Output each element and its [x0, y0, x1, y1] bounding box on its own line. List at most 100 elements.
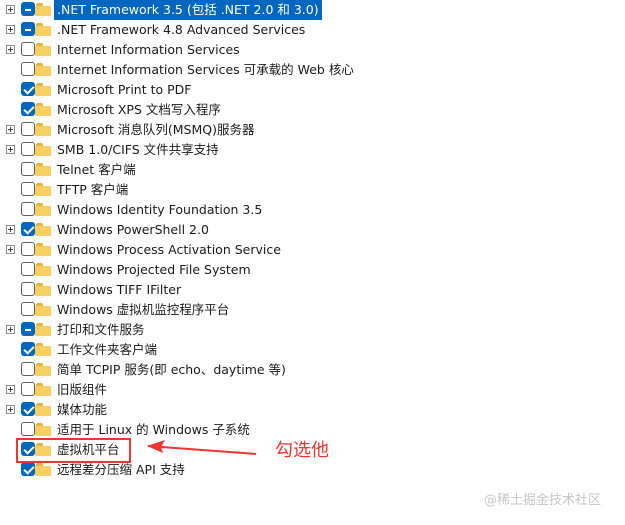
- checkbox-icon[interactable]: [21, 322, 35, 336]
- folder-icon: [35, 142, 51, 157]
- feature-row[interactable]: SMB 1.0/CIFS 文件共享支持: [0, 140, 625, 160]
- folder-icon: [35, 222, 51, 237]
- feature-row[interactable]: TFTP 客户端: [0, 180, 625, 200]
- folder-icon: [35, 82, 51, 97]
- checkbox-icon[interactable]: [21, 302, 35, 316]
- feature-row[interactable]: Telnet 客户端: [0, 160, 625, 180]
- feature-label: .NET Framework 4.8 Advanced Services: [57, 22, 306, 37]
- feature-label: 工作文件夹客户端: [57, 342, 158, 357]
- checkbox-icon[interactable]: [21, 202, 35, 216]
- feature-row[interactable]: Microsoft Print to PDF: [0, 80, 625, 100]
- checkbox-icon[interactable]: [21, 222, 35, 236]
- folder-icon: [35, 422, 51, 437]
- checkbox-icon[interactable]: [21, 402, 35, 416]
- feature-label: TFTP 客户端: [57, 182, 129, 197]
- folder-icon: [35, 382, 51, 397]
- checkbox-icon[interactable]: [21, 182, 35, 196]
- folder-icon: [35, 302, 51, 317]
- folder-icon: [35, 102, 51, 117]
- checkbox-icon[interactable]: [21, 82, 35, 96]
- plus-square-icon[interactable]: [6, 145, 15, 154]
- feature-row[interactable]: Windows PowerShell 2.0: [0, 220, 625, 240]
- checkbox-icon[interactable]: [21, 22, 35, 36]
- feature-label: 媒体功能: [57, 402, 108, 417]
- feature-row[interactable]: 打印和文件服务: [0, 320, 625, 340]
- plus-square-icon[interactable]: [6, 45, 15, 54]
- annotation-text: 勾选他: [275, 440, 329, 461]
- feature-row[interactable]: Windows Projected File System: [0, 260, 625, 280]
- checkbox-icon[interactable]: [21, 462, 35, 476]
- feature-label: Microsoft XPS 文档写入程序: [57, 102, 221, 117]
- folder-icon: [35, 262, 51, 277]
- plus-square-icon[interactable]: [6, 385, 15, 394]
- checkbox-icon[interactable]: [21, 102, 35, 116]
- watermark-text: @稀土掘金技术社区: [484, 493, 602, 508]
- checkbox-icon[interactable]: [21, 422, 35, 436]
- feature-row[interactable]: Windows Process Activation Service: [0, 240, 625, 260]
- feature-label: 打印和文件服务: [57, 322, 145, 337]
- feature-label: Internet Information Services 可承载的 Web 核…: [57, 62, 354, 77]
- feature-label: Windows 虚拟机监控程序平台: [57, 302, 230, 317]
- plus-square-icon[interactable]: [6, 245, 15, 254]
- checkbox-icon[interactable]: [21, 62, 35, 76]
- feature-row[interactable]: Windows TIFF IFilter: [0, 280, 625, 300]
- feature-label: Telnet 客户端: [57, 162, 136, 177]
- checkbox-icon[interactable]: [21, 382, 35, 396]
- feature-label: Windows TIFF IFilter: [57, 282, 182, 297]
- checkbox-icon[interactable]: [21, 242, 35, 256]
- highlight-box: [16, 438, 131, 463]
- feature-row[interactable]: Microsoft XPS 文档写入程序: [0, 100, 625, 120]
- checkbox-icon[interactable]: [21, 42, 35, 56]
- folder-icon: [35, 2, 51, 17]
- feature-row[interactable]: 简单 TCPIP 服务(即 echo、daytime 等): [0, 360, 625, 380]
- plus-square-icon[interactable]: [6, 25, 15, 34]
- folder-icon: [35, 322, 51, 337]
- folder-icon: [35, 122, 51, 137]
- feature-label: Windows Projected File System: [57, 262, 251, 277]
- checkbox-icon[interactable]: [21, 162, 35, 176]
- feature-label: Windows Process Activation Service: [57, 242, 281, 257]
- feature-label: SMB 1.0/CIFS 文件共享支持: [57, 142, 219, 157]
- feature-row[interactable]: 旧版组件: [0, 380, 625, 400]
- feature-row[interactable]: Internet Information Services: [0, 40, 625, 60]
- feature-label: Windows PowerShell 2.0: [57, 222, 209, 237]
- checkbox-icon[interactable]: [21, 2, 35, 16]
- feature-row[interactable]: Windows Identity Foundation 3.5: [0, 200, 625, 220]
- feature-label: Windows Identity Foundation 3.5: [57, 202, 263, 217]
- feature-row[interactable]: Internet Information Services 可承载的 Web 核…: [0, 60, 625, 80]
- folder-icon: [35, 282, 51, 297]
- checkbox-icon[interactable]: [21, 142, 35, 156]
- plus-square-icon[interactable]: [6, 325, 15, 334]
- checkbox-icon[interactable]: [21, 262, 35, 276]
- folder-icon: [35, 162, 51, 177]
- feature-row[interactable]: Microsoft 消息队列(MSMQ)服务器: [0, 120, 625, 140]
- feature-label: 旧版组件: [57, 382, 108, 397]
- folder-icon: [35, 402, 51, 417]
- feature-row[interactable]: Windows 虚拟机监控程序平台: [0, 300, 625, 320]
- folder-icon: [35, 62, 51, 77]
- feature-row[interactable]: .NET Framework 4.8 Advanced Services: [0, 20, 625, 40]
- feature-row[interactable]: .NET Framework 3.5 (包括 .NET 2.0 和 3.0): [0, 0, 625, 20]
- folder-icon: [35, 242, 51, 257]
- folder-icon: [35, 342, 51, 357]
- plus-square-icon[interactable]: [6, 125, 15, 134]
- feature-row[interactable]: 媒体功能: [0, 400, 625, 420]
- plus-square-icon[interactable]: [6, 405, 15, 414]
- folder-icon: [35, 182, 51, 197]
- folder-icon: [35, 42, 51, 57]
- folder-icon: [35, 362, 51, 377]
- feature-row[interactable]: 适用于 Linux 的 Windows 子系统: [0, 420, 625, 440]
- plus-square-icon[interactable]: [6, 5, 15, 14]
- checkbox-icon[interactable]: [21, 362, 35, 376]
- feature-label: Microsoft 消息队列(MSMQ)服务器: [57, 122, 255, 137]
- checkbox-icon[interactable]: [21, 342, 35, 356]
- feature-row[interactable]: 远程差分压缩 API 支持: [0, 460, 625, 480]
- checkbox-icon[interactable]: [21, 282, 35, 296]
- folder-icon: [35, 22, 51, 37]
- checkbox-icon[interactable]: [21, 122, 35, 136]
- feature-row[interactable]: 工作文件夹客户端: [0, 340, 625, 360]
- plus-square-icon[interactable]: [6, 225, 15, 234]
- feature-label: Internet Information Services: [57, 42, 240, 57]
- feature-label: 远程差分压缩 API 支持: [57, 462, 185, 477]
- feature-label: .NET Framework 3.5 (包括 .NET 2.0 和 3.0): [54, 0, 322, 20]
